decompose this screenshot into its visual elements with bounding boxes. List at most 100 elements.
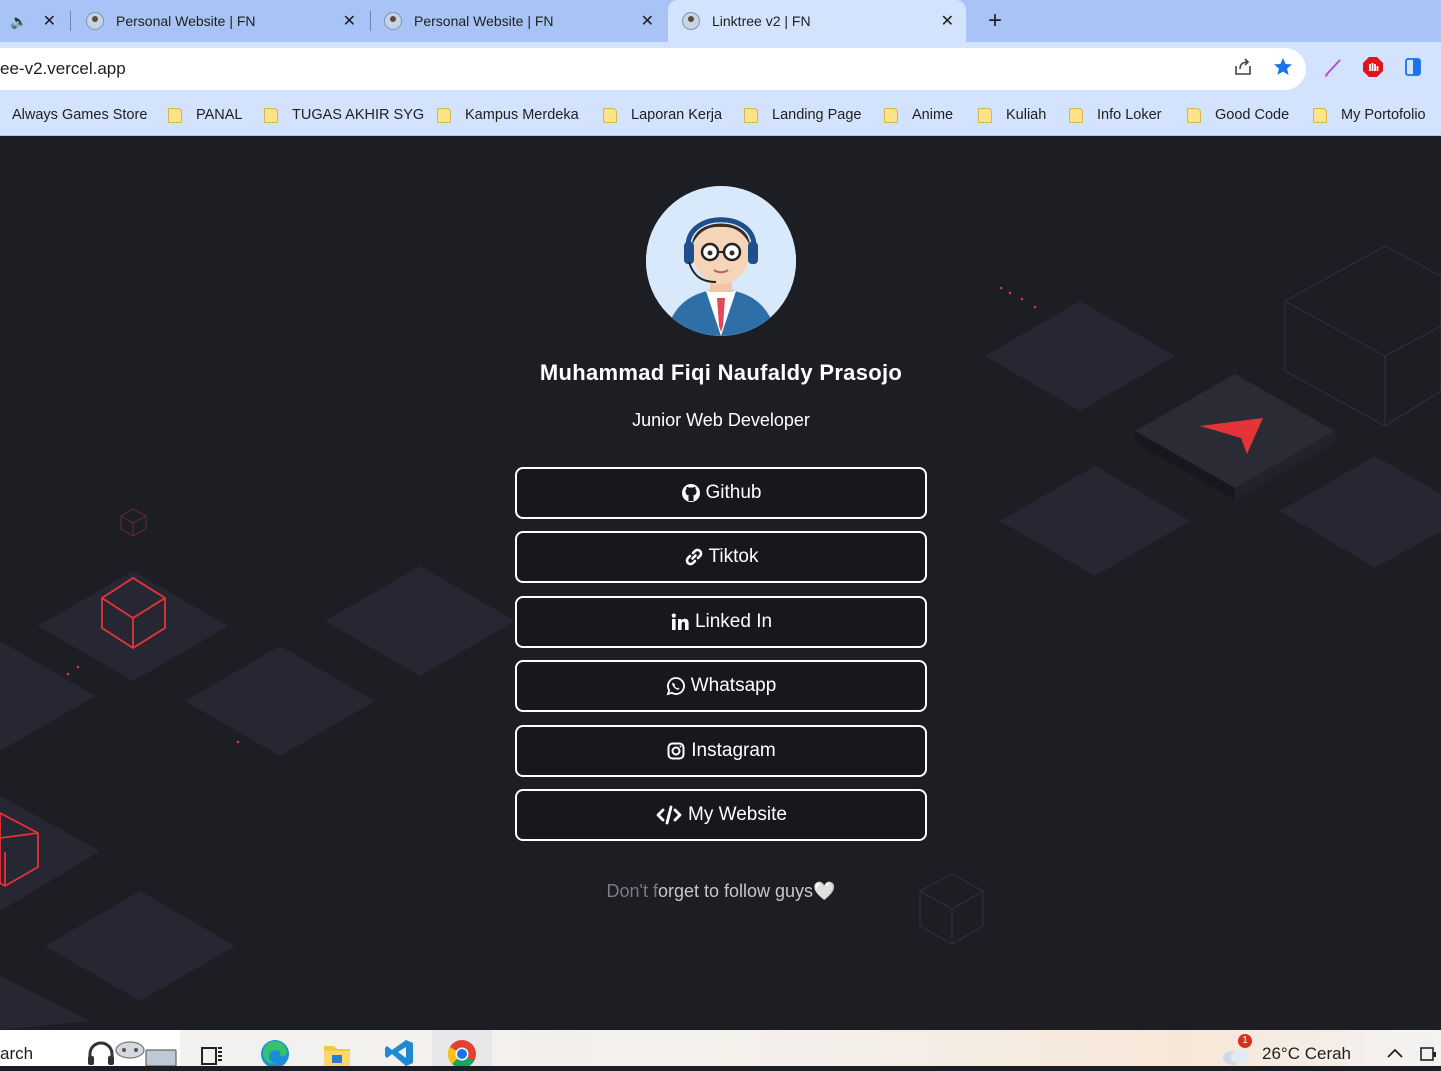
bookmark-label: My Portofolio xyxy=(1341,107,1426,123)
bookmark-folder-laporan-kerja[interactable]: Laporan Kerja xyxy=(603,104,722,126)
close-icon[interactable]: ✕ xyxy=(343,11,356,31)
bookmark-folder-kuliah[interactable]: Kuliah xyxy=(978,104,1046,126)
my-website-link-label: My Website xyxy=(688,804,787,825)
weather-cloud-icon[interactable]: 1 xyxy=(1222,1034,1252,1066)
file-explorer-icon[interactable] xyxy=(322,1038,350,1066)
linktree-page: Muhammad Fiqi Naufaldy Prasojo Junior We… xyxy=(0,136,1441,1030)
folder-icon xyxy=(264,107,278,123)
tab-title: Linktree v2 | FN xyxy=(712,13,811,29)
tab-linktree[interactable]: Linktree v2 | FN ✕ xyxy=(668,0,966,42)
tab-separator xyxy=(370,11,371,31)
bookmark-always-games-store[interactable]: Always Games Store xyxy=(12,104,147,126)
pen-extension-icon[interactable] xyxy=(1322,56,1344,78)
chevron-up-icon[interactable] xyxy=(1386,1046,1404,1064)
tab-personal-website-2[interactable]: Personal Website | FN ✕ xyxy=(372,0,666,42)
close-icon[interactable]: ✕ xyxy=(641,11,654,31)
tab-title: Personal Website | FN xyxy=(414,13,554,29)
chrome-active-task[interactable] xyxy=(432,1030,492,1066)
bookmark-folder-tugas-akhir[interactable]: TUGAS AKHIR SYG xyxy=(264,104,424,126)
gaming-headset-icon xyxy=(86,1038,178,1071)
network-icon[interactable] xyxy=(1418,1044,1438,1069)
instagram-link-label: Instagram xyxy=(691,740,776,761)
new-tab-button[interactable]: + xyxy=(984,8,1006,34)
follow-note-text: orget to follow guys xyxy=(657,881,814,901)
close-icon[interactable]: ✕ xyxy=(43,11,56,31)
profile-role: Junior Web Developer xyxy=(632,410,810,430)
bookmark-label: Info Loker xyxy=(1097,107,1162,123)
folder-icon xyxy=(1313,107,1327,123)
close-icon[interactable]: ✕ xyxy=(941,11,954,31)
bookmark-label: Anime xyxy=(912,107,954,123)
bookmark-folder-landing-page[interactable]: Landing Page xyxy=(744,104,862,126)
tab-title: Personal Website | FN xyxy=(116,13,256,29)
folder-icon xyxy=(168,107,182,123)
speaker-icon[interactable]: 🔈 xyxy=(10,13,27,30)
tab-separator xyxy=(70,11,71,31)
share-icon[interactable] xyxy=(1232,56,1254,78)
taskbar-search[interactable]: arch xyxy=(0,1030,180,1067)
adblock-extension-icon[interactable] xyxy=(1362,56,1384,78)
folder-icon xyxy=(603,107,617,123)
profile-name: Muhammad Fiqi Naufaldy Prasojo xyxy=(539,360,903,385)
task-view-icon[interactable] xyxy=(198,1038,226,1066)
chrome-icon xyxy=(448,1040,476,1066)
instagram-link-button[interactable]: Instagram xyxy=(515,725,927,777)
heart-icon: 🤍 xyxy=(813,881,836,901)
avatar-favicon-icon xyxy=(86,12,104,30)
bookmark-folder-my-portofolio[interactable]: My Portofolio xyxy=(1313,104,1426,126)
edge-browser-icon[interactable] xyxy=(260,1038,289,1068)
side-panel-icon[interactable] xyxy=(1402,56,1424,78)
avatar-illustration-icon xyxy=(646,186,796,336)
bookmark-label: Kuliah xyxy=(1006,107,1047,123)
folder-icon xyxy=(1069,107,1083,123)
github-link-button[interactable]: Github xyxy=(515,467,927,519)
tiktok-link-button[interactable]: Tiktok xyxy=(515,531,927,583)
tab-personal-website-1[interactable]: Personal Website | FN ✕ xyxy=(72,0,368,42)
github-icon xyxy=(681,483,701,503)
follow-note: Don't forget to follow guys🤍 xyxy=(420,881,1022,902)
github-link-label: Github xyxy=(705,482,762,503)
whatsapp-link-button[interactable]: Whatsapp xyxy=(515,660,927,712)
follow-note-dim: Don't f xyxy=(606,881,658,901)
bookmark-star-icon[interactable] xyxy=(1272,56,1294,78)
bookmark-folder-panal[interactable]: PANAL xyxy=(168,104,242,126)
linkedin-icon xyxy=(670,612,690,632)
bookmark-folder-good-code[interactable]: Good Code xyxy=(1187,104,1289,126)
bookmarks-bar: Always Games Store PANAL TUGAS AKHIR SYG… xyxy=(0,96,1441,136)
tab-strip: 🔈 ✕ Personal Website | FN ✕ Personal Web… xyxy=(0,0,1441,42)
weather-text[interactable]: 26°C Cerah xyxy=(1262,1044,1351,1064)
link-icon xyxy=(684,547,704,567)
folder-icon xyxy=(884,107,898,123)
bookmark-label: TUGAS AKHIR SYG xyxy=(292,107,425,123)
avatar xyxy=(646,186,796,336)
bookmark-folder-anime[interactable]: Anime xyxy=(884,104,953,126)
bookmark-label: Always Games Store xyxy=(12,107,148,123)
whatsapp-icon xyxy=(666,676,686,696)
instagram-icon xyxy=(666,741,686,761)
folder-icon xyxy=(978,107,992,123)
taskbar: arch 1 26°C Cerah xyxy=(0,1030,1441,1069)
avatar-favicon-icon xyxy=(682,12,700,30)
vscode-icon[interactable] xyxy=(384,1038,413,1066)
weather-badge: 1 xyxy=(1238,1034,1252,1048)
code-icon xyxy=(655,805,683,825)
bookmark-label: Landing Page xyxy=(772,107,862,123)
url-text[interactable]: ee-v2.vercel.app xyxy=(0,59,126,79)
bookmark-label: Good Code xyxy=(1215,107,1290,123)
bookmark-label: Laporan Kerja xyxy=(631,107,723,123)
bookmark-label: Kampus Merdeka xyxy=(465,107,579,123)
folder-icon xyxy=(1187,107,1201,123)
bookmark-label: PANAL xyxy=(196,107,243,123)
folder-icon xyxy=(744,107,758,123)
avatar-favicon-icon xyxy=(384,12,402,30)
browser-toolbar: ee-v2.vercel.app xyxy=(0,42,1441,96)
folder-icon xyxy=(437,107,451,123)
address-bar[interactable]: ee-v2.vercel.app xyxy=(0,48,1306,90)
linkedin-link-button[interactable]: Linked In xyxy=(515,596,927,648)
tab-pinned-audio[interactable]: 🔈 ✕ xyxy=(0,0,68,42)
search-text[interactable]: arch xyxy=(0,1044,33,1064)
my-website-link-button[interactable]: My Website xyxy=(515,789,927,841)
whatsapp-link-label: Whatsapp xyxy=(690,675,777,696)
bookmark-folder-kampus-merdeka[interactable]: Kampus Merdeka xyxy=(437,104,579,126)
bookmark-folder-info-loker[interactable]: Info Loker xyxy=(1069,104,1162,126)
